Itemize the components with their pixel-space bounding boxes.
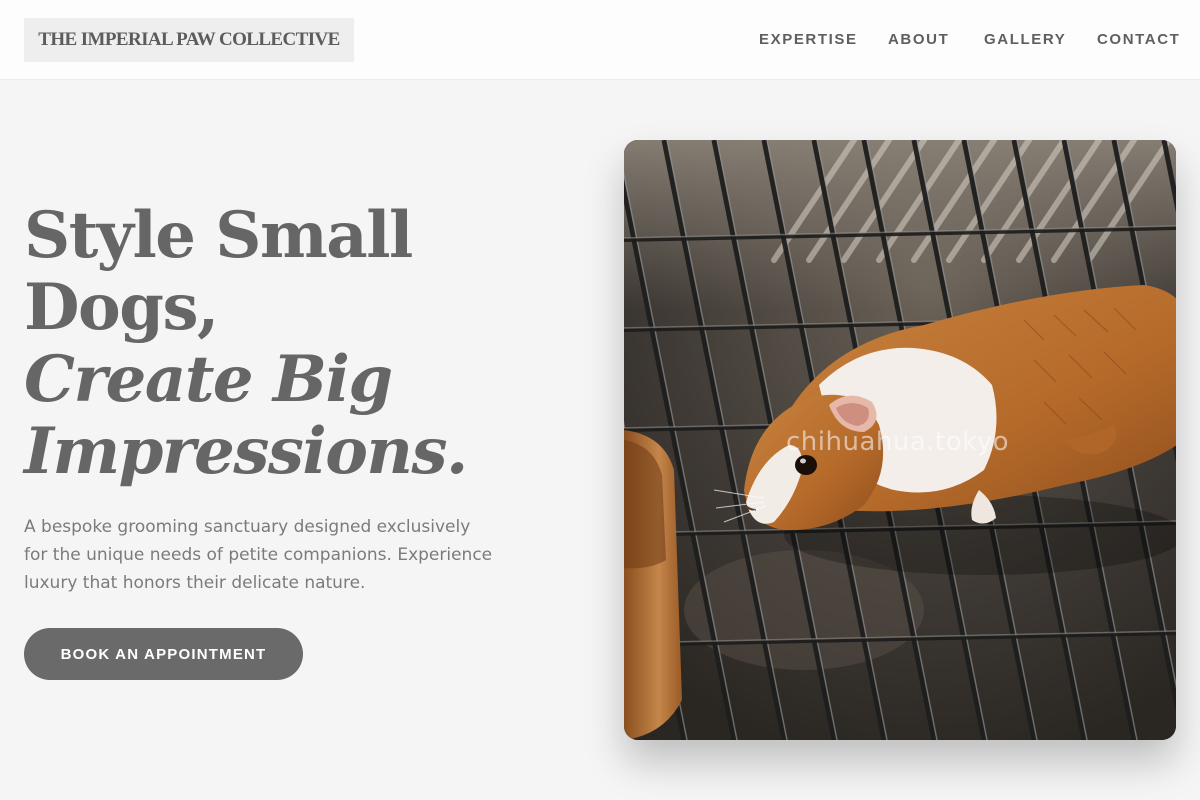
hero-title-line-italic: Impressions.: [24, 414, 468, 489]
site-logo[interactable]: THE IMPERIAL PAW COLLECTIVE: [24, 18, 354, 62]
hero-title-line-italic: Create Big: [24, 342, 393, 417]
hero-title-line: Dogs,: [24, 270, 219, 345]
nav-link-about[interactable]: ABOUT: [888, 30, 949, 50]
hero-description: A bespoke grooming sanctuary designed ex…: [24, 517, 493, 593]
nav-link-gallery[interactable]: GALLERY: [984, 30, 1066, 50]
wooden-bowl: [624, 430, 682, 740]
hero-title: Style Small Dogs, Create Big Impressions…: [24, 200, 544, 488]
nav-link-contact[interactable]: CONTACT: [1097, 30, 1180, 50]
site-header: THE IMPERIAL PAW COLLECTIVE EXPERTISE AB…: [0, 0, 1200, 80]
guinea-pig-photo: [624, 140, 1176, 740]
hero-title-line: Style Small: [24, 198, 413, 273]
book-appointment-button[interactable]: BOOK AN APPOINTMENT: [24, 628, 303, 680]
hero-image: chihuahua.tokyo: [624, 140, 1176, 740]
nav-link-expertise[interactable]: EXPERTISE: [759, 30, 858, 50]
